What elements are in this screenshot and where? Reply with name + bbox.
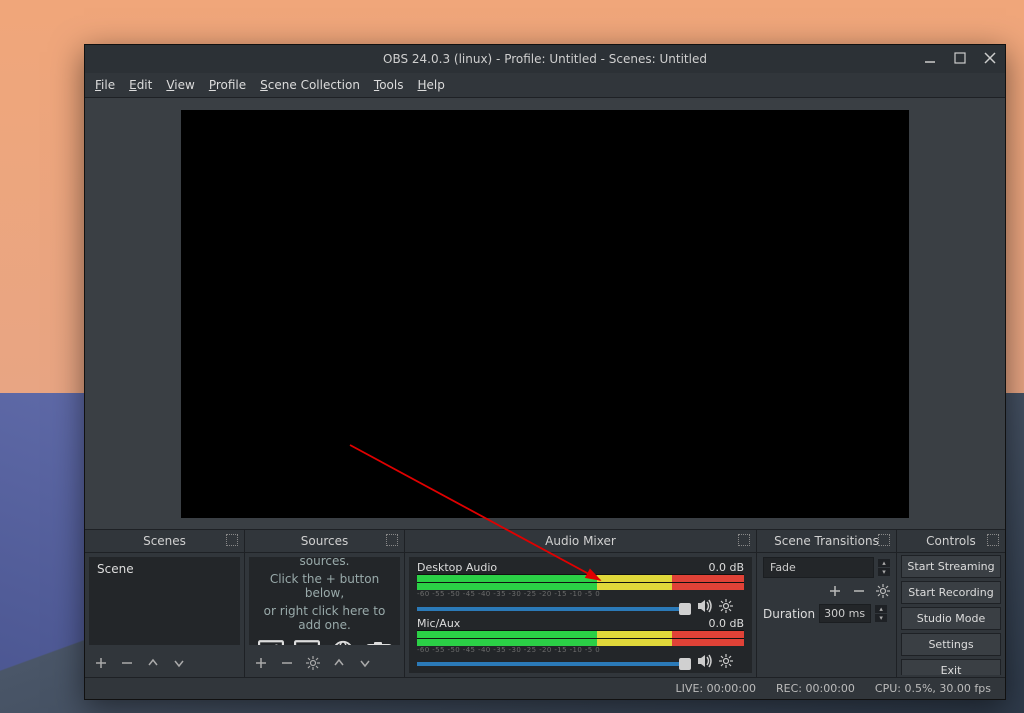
chevron-down-icon[interactable] bbox=[357, 655, 373, 671]
sources-empty-line: You don't have any sources. bbox=[257, 557, 392, 568]
audio-meter bbox=[417, 638, 744, 646]
spin-down-icon[interactable]: ▾ bbox=[875, 614, 887, 622]
mixer-channel: Mic/Aux 0.0 dB -60 -55 -50 -45 -40 -35 -… bbox=[417, 617, 744, 669]
status-rec: REC: 00:00:00 bbox=[776, 682, 855, 695]
window-title: OBS 24.0.3 (linux) - Profile: Untitled -… bbox=[383, 52, 707, 66]
scenes-panel: Scenes Scene bbox=[85, 530, 245, 677]
transition-selected: Fade bbox=[770, 561, 796, 574]
audio-meter bbox=[417, 582, 744, 590]
transition-select[interactable]: Fade bbox=[763, 557, 874, 578]
menu-edit[interactable]: Edit bbox=[129, 78, 152, 92]
start-streaming-button[interactable]: Start Streaming bbox=[901, 555, 1001, 578]
scenes-title: Scenes bbox=[143, 534, 186, 548]
audio-meter bbox=[417, 630, 744, 638]
menu-help[interactable]: Help bbox=[418, 78, 445, 92]
status-cpu: CPU: 0.5%, 30.00 fps bbox=[875, 682, 991, 695]
chevron-down-icon[interactable] bbox=[171, 655, 187, 671]
settings-button[interactable]: Settings bbox=[901, 633, 1001, 656]
display-icon bbox=[294, 640, 320, 645]
plus-icon[interactable] bbox=[93, 655, 109, 671]
chevron-up-icon[interactable] bbox=[145, 655, 161, 671]
transitions-panel: Scene Transitions Fade ▴ ▾ bbox=[757, 530, 897, 677]
duration-label: Duration bbox=[763, 607, 815, 621]
controls-title: Controls bbox=[926, 534, 976, 548]
studio-mode-button[interactable]: Studio Mode bbox=[901, 607, 1001, 630]
sources-empty-line: Click the + button below, bbox=[257, 572, 392, 600]
channel-db: 0.0 dB bbox=[708, 617, 744, 630]
obs-window: OBS 24.0.3 (linux) - Profile: Untitled -… bbox=[84, 44, 1006, 700]
mixer-channel: Desktop Audio 0.0 dB -60 -55 -50 -45 -40… bbox=[417, 561, 744, 613]
meter-ticks: -60 -55 -50 -45 -40 -35 -30 -25 -20 -15 … bbox=[417, 646, 744, 654]
plus-icon[interactable] bbox=[253, 655, 269, 671]
status-bar: LIVE: 00:00:00 REC: 00:00:00 CPU: 0.5%, … bbox=[85, 677, 1005, 699]
globe-icon bbox=[330, 640, 356, 645]
speaker-icon[interactable] bbox=[697, 654, 713, 668]
minus-icon[interactable] bbox=[119, 655, 135, 671]
menu-view[interactable]: View bbox=[166, 78, 194, 92]
sources-detach-icon[interactable] bbox=[386, 534, 398, 546]
source-type-icons bbox=[258, 640, 392, 645]
sources-panel: Sources You don't have any sources. Clic… bbox=[245, 530, 405, 677]
minimize-button[interactable] bbox=[921, 49, 939, 67]
meter-ticks: -60 -55 -50 -45 -40 -35 -30 -25 -20 -15 … bbox=[417, 590, 744, 598]
spin-down-icon[interactable]: ▾ bbox=[878, 568, 890, 576]
menu-file[interactable]: File bbox=[95, 78, 115, 92]
scene-item[interactable]: Scene bbox=[89, 557, 240, 581]
camera-icon bbox=[366, 640, 392, 645]
channel-name: Mic/Aux bbox=[417, 617, 460, 630]
maximize-button[interactable] bbox=[951, 49, 969, 67]
volume-slider[interactable] bbox=[417, 607, 685, 611]
menu-scene-collection[interactable]: Scene Collection bbox=[260, 78, 360, 92]
plus-icon[interactable] bbox=[828, 584, 842, 598]
status-live: LIVE: 00:00:00 bbox=[676, 682, 756, 695]
gear-icon[interactable] bbox=[719, 599, 733, 613]
start-recording-button[interactable]: Start Recording bbox=[901, 581, 1001, 604]
controls-detach-icon[interactable] bbox=[987, 534, 999, 546]
menu-tools[interactable]: Tools bbox=[374, 78, 404, 92]
sources-title: Sources bbox=[301, 534, 348, 548]
channel-name: Desktop Audio bbox=[417, 561, 497, 574]
spin-up-icon[interactable]: ▴ bbox=[878, 559, 890, 567]
titlebar: OBS 24.0.3 (linux) - Profile: Untitled -… bbox=[85, 45, 1005, 73]
gear-icon[interactable] bbox=[305, 655, 321, 671]
mixer-title: Audio Mixer bbox=[545, 534, 616, 548]
menubar: File Edit View Profile Scene Collection … bbox=[85, 73, 1005, 98]
controls-panel: Controls Start Streaming Start Recording… bbox=[897, 530, 1005, 677]
transitions-title: Scene Transitions bbox=[774, 534, 879, 548]
chevron-up-icon[interactable] bbox=[331, 655, 347, 671]
sources-empty-area[interactable]: You don't have any sources. Click the + … bbox=[249, 557, 400, 645]
menu-profile[interactable]: Profile bbox=[209, 78, 246, 92]
duration-input[interactable]: 300 ms bbox=[819, 604, 871, 623]
audio-mixer-panel: Audio Mixer Desktop Audio 0.0 dB -60 -55… bbox=[405, 530, 757, 677]
channel-db: 0.0 dB bbox=[708, 561, 744, 574]
gear-icon[interactable] bbox=[876, 584, 890, 598]
sources-empty-line: or right click here to add one. bbox=[257, 604, 392, 632]
transitions-detach-icon[interactable] bbox=[878, 534, 890, 546]
preview-canvas[interactable] bbox=[181, 110, 909, 518]
preview-area bbox=[85, 98, 1005, 529]
image-icon bbox=[258, 640, 284, 645]
minus-icon[interactable] bbox=[279, 655, 295, 671]
audio-meter bbox=[417, 574, 744, 582]
scenes-detach-icon[interactable] bbox=[226, 534, 238, 546]
spin-up-icon[interactable]: ▴ bbox=[875, 605, 887, 613]
exit-button[interactable]: Exit bbox=[901, 659, 1001, 675]
close-button[interactable] bbox=[981, 49, 999, 67]
gear-icon[interactable] bbox=[719, 654, 733, 668]
volume-slider[interactable] bbox=[417, 662, 685, 666]
scenes-list[interactable]: Scene bbox=[89, 557, 240, 645]
mixer-detach-icon[interactable] bbox=[738, 534, 750, 546]
speaker-icon[interactable] bbox=[697, 599, 713, 613]
minus-icon[interactable] bbox=[852, 584, 866, 598]
